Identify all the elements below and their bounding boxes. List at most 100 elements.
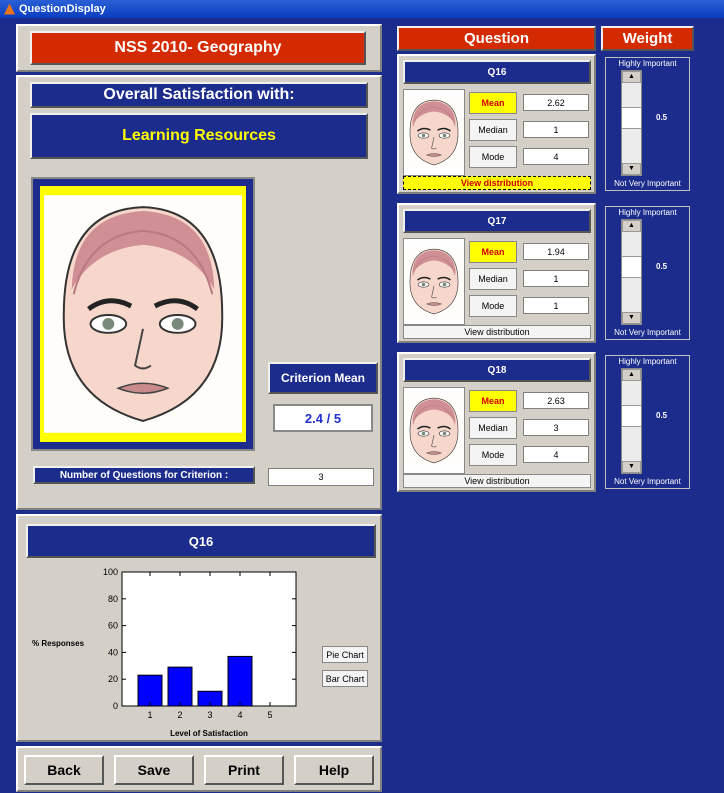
question-id: Q16: [403, 60, 591, 84]
mode-value: 4: [523, 446, 589, 463]
num-questions-value: 3: [268, 468, 374, 486]
view-distribution-button[interactable]: View distribution: [403, 325, 591, 339]
y-tick-label: 40: [108, 647, 118, 657]
window-titlebar: QuestionDisplay: [0, 0, 724, 18]
x-tick-label: 5: [267, 710, 272, 720]
criterion-mean-label: Criterion Mean: [268, 362, 378, 394]
highly-important-label: Highly Important: [618, 59, 677, 68]
slider-thumb[interactable]: [622, 405, 641, 427]
question-face-icon: [404, 388, 464, 473]
criterion-name: Learning Resources: [30, 113, 368, 159]
criterion-mean-value: 2.4 / 5: [273, 404, 373, 432]
question-card-q17: Q17 Mean 1.94 Median 1 Mode 1 View distr…: [397, 203, 596, 343]
criterion-header-panel: NSS 2010- Geography: [16, 24, 382, 72]
question-face-icon: [404, 239, 464, 324]
not-very-important-label: Not Very Important: [614, 477, 681, 486]
not-very-important-label: Not Very Important: [614, 179, 681, 188]
weight-panel-q17: Highly Important ▲ ▼ 0.5 Not Very Import…: [605, 206, 690, 340]
mode-label: Mode: [469, 295, 517, 317]
mean-value: 1.94: [523, 243, 589, 260]
help-button[interactable]: Help: [294, 755, 374, 785]
overall-satisfaction-label: Overall Satisfaction with:: [30, 82, 368, 108]
weight-panel-q16: Highly Important ▲ ▼ 0.5 Not Very Import…: [605, 57, 690, 191]
median-value: 1: [523, 270, 589, 287]
mean-label: Mean: [469, 92, 517, 114]
mode-label: Mode: [469, 146, 517, 168]
mode-label: Mode: [469, 444, 517, 466]
slider-down-arrow-icon[interactable]: ▼: [622, 163, 641, 175]
mean-value: 2.62: [523, 94, 589, 111]
mode-value: 4: [523, 148, 589, 165]
y-tick-label: 20: [108, 674, 118, 684]
save-button[interactable]: Save: [114, 755, 194, 785]
slider-up-arrow-icon[interactable]: ▲: [622, 369, 641, 381]
median-label: Median: [469, 417, 517, 439]
distribution-title: Q16: [26, 524, 376, 558]
median-label: Median: [469, 268, 517, 290]
bar-2: [167, 666, 193, 707]
weight-value: 0.5: [656, 411, 668, 420]
course-title: NSS 2010- Geography: [30, 31, 366, 65]
view-distribution-button[interactable]: View distribution: [403, 474, 591, 488]
window-title: QuestionDisplay: [19, 3, 106, 15]
weight-slider[interactable]: ▲ ▼: [621, 70, 642, 176]
x-tick-label: 4: [237, 710, 242, 720]
y-tick-label: 0: [113, 701, 118, 711]
back-button[interactable]: Back: [24, 755, 104, 785]
question-face-icon: [404, 90, 464, 175]
action-bar: Back Save Print Help: [16, 746, 382, 792]
mean-value: 2.63: [523, 392, 589, 409]
highly-important-label: Highly Important: [618, 208, 677, 217]
num-questions-label: Number of Questions for Criterion :: [33, 466, 255, 484]
not-very-important-label: Not Very Important: [614, 328, 681, 337]
weight-panel-q18: Highly Important ▲ ▼ 0.5 Not Very Import…: [605, 355, 690, 489]
slider-up-arrow-icon[interactable]: ▲: [622, 71, 641, 83]
print-button[interactable]: Print: [204, 755, 284, 785]
weight-value: 0.5: [656, 262, 668, 271]
mode-value: 1: [523, 297, 589, 314]
matlab-icon: [4, 3, 15, 15]
slider-thumb[interactable]: [622, 107, 641, 129]
question-column-header: Question: [397, 26, 596, 51]
slider-thumb[interactable]: [622, 256, 641, 278]
question-face-frame: [403, 238, 465, 325]
y-tick-label: 100: [103, 567, 118, 577]
weight-slider[interactable]: ▲ ▼: [621, 219, 642, 325]
slider-down-arrow-icon[interactable]: ▼: [622, 461, 641, 473]
satisfaction-face-icon: [44, 190, 242, 438]
mean-label: Mean: [469, 241, 517, 263]
question-card-q18: Q18 Mean 2.63 Median 3 Mode 4 View distr…: [397, 352, 596, 492]
x-tick-label: 1: [147, 710, 152, 720]
y-axis-label: % Responses: [32, 639, 85, 648]
question-face-frame: [403, 387, 465, 474]
weight-value: 0.5: [656, 113, 668, 122]
bar-1: [137, 674, 163, 707]
question-card-q16: Q16 Mean 2.62 Median 1 Mode 4 View distr…: [397, 54, 596, 194]
median-value: 3: [523, 419, 589, 436]
weight-slider[interactable]: ▲ ▼: [621, 368, 642, 474]
distribution-panel: Q16 0 20 40 60 80 100 1 2 3 4 5 % Responses Level …: [16, 514, 382, 742]
weight-column-header: Weight: [601, 26, 694, 51]
face-highlight: [40, 186, 246, 442]
y-tick-label: 60: [108, 621, 118, 631]
slider-up-arrow-icon[interactable]: ▲: [622, 220, 641, 232]
question-face-frame: [403, 89, 465, 176]
y-tick-label: 80: [108, 594, 118, 604]
x-tick-label: 3: [207, 710, 212, 720]
median-label: Median: [469, 119, 517, 141]
criterion-panel: Overall Satisfaction with: Learning Reso…: [16, 75, 382, 510]
criterion-face-frame: [31, 177, 255, 451]
mean-label: Mean: [469, 390, 517, 412]
pie-chart-button[interactable]: Pie Chart: [322, 646, 368, 663]
view-distribution-button[interactable]: View distribution: [403, 176, 591, 190]
median-value: 1: [523, 121, 589, 138]
bar-4: [227, 655, 253, 707]
bar-chart-button[interactable]: Bar Chart: [322, 670, 368, 687]
question-id: Q18: [403, 358, 591, 382]
highly-important-label: Highly Important: [618, 357, 677, 366]
question-id: Q17: [403, 209, 591, 233]
x-axis-label: Level of Satisfaction: [170, 729, 248, 738]
distribution-chart: 0 20 40 60 80 100 1 2 3 4 5 % Responses Level of S…: [32, 567, 297, 738]
slider-down-arrow-icon[interactable]: ▼: [622, 312, 641, 324]
x-tick-label: 2: [177, 710, 182, 720]
